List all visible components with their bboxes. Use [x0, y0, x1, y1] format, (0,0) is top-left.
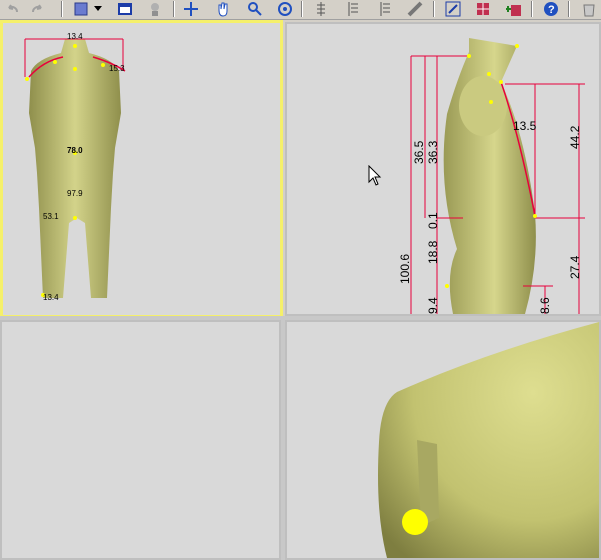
- perspective-viewport[interactable]: [285, 320, 601, 560]
- move-icon[interactable]: [180, 0, 202, 18]
- label-neck-width: 13.4: [67, 32, 83, 41]
- label-v2: 36.3: [426, 140, 440, 164]
- zoom-icon[interactable]: [244, 0, 266, 18]
- undo-icon[interactable]: [2, 0, 24, 18]
- mouse-cursor-icon: [368, 165, 382, 186]
- label-v3: 0.1: [426, 212, 440, 229]
- front-mannequin-figure: 13.4 15.3 78.0 97.9 53.1 13.4: [24, 32, 126, 302]
- toolbar-separator: [173, 1, 175, 17]
- color-icon[interactable]: [503, 0, 525, 18]
- front-view-viewport[interactable]: 13.4 15.3 78.0 97.9 53.1 13.4: [0, 20, 283, 318]
- redo-icon[interactable]: [26, 0, 48, 18]
- window-icon[interactable]: [114, 0, 136, 18]
- measure-list-icon[interactable]: [342, 0, 364, 18]
- toolbar-separator: [531, 1, 533, 17]
- object-icon[interactable]: [70, 0, 92, 18]
- label-waist: 78.0: [67, 146, 83, 155]
- label-v8: 27.4: [568, 255, 582, 279]
- label-v6: 9.4: [426, 297, 440, 314]
- toolbar-separator: [568, 1, 570, 17]
- trash-icon[interactable]: [578, 0, 600, 18]
- perspective-mannequin-figure: [378, 322, 599, 558]
- help-icon[interactable]: ?: [540, 0, 562, 18]
- side-mannequin-figure: 36.5 36.3 0.1 18.8 100.6 9.4 13.5 44.2 2…: [398, 38, 585, 314]
- side-view-viewport[interactable]: 36.5 36.3 0.1 18.8 100.6 9.4 13.5 44.2 2…: [285, 22, 601, 316]
- label-chest-depth: 13.5: [513, 119, 537, 133]
- lamp-icon[interactable]: [144, 0, 166, 18]
- label-ankle: 13.4: [43, 293, 59, 302]
- label-v9: 8.6: [538, 297, 552, 314]
- svg-text:?: ?: [548, 4, 555, 16]
- label-v4: 18.8: [426, 240, 440, 264]
- label-thigh: 53.1: [43, 212, 59, 221]
- measure-vertical-icon[interactable]: [310, 0, 332, 18]
- rotate-icon[interactable]: [274, 0, 296, 18]
- pan-hand-icon[interactable]: [212, 0, 234, 18]
- label-v1: 36.5: [412, 140, 426, 164]
- fit-view-icon[interactable]: [442, 0, 464, 18]
- toolbar-separator: [61, 1, 63, 17]
- label-shoulder: 15.3: [109, 64, 125, 73]
- label-v5: 100.6: [398, 254, 412, 284]
- grid-icon[interactable]: [472, 0, 494, 18]
- main-toolbar: ?: [0, 0, 601, 20]
- dropdown-icon[interactable]: [92, 0, 104, 18]
- label-v7: 44.2: [568, 125, 582, 149]
- bottom-left-viewport[interactable]: [0, 320, 281, 560]
- toolbar-separator: [301, 1, 303, 17]
- label-hip: 97.9: [67, 189, 83, 198]
- toolbar-separator: [433, 1, 435, 17]
- ruler-icon[interactable]: [404, 0, 426, 18]
- measure-list-icon-2[interactable]: [374, 0, 396, 18]
